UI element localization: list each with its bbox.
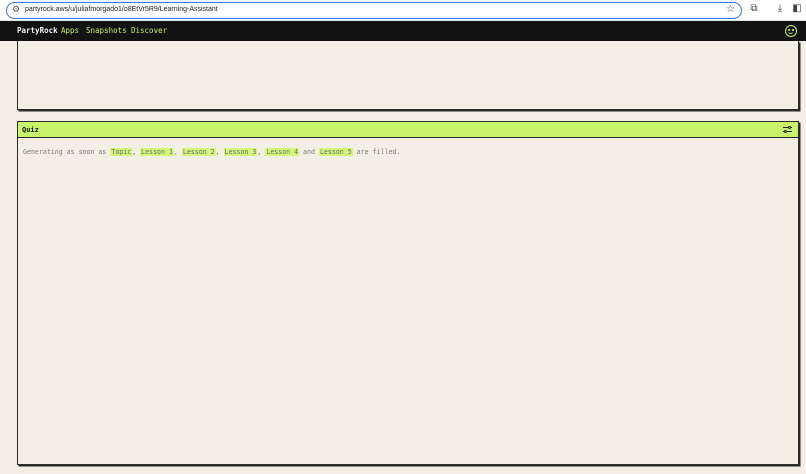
nav-link-snapshots[interactable]: Snapshots [86,25,127,37]
download-icon[interactable]: ⤓ [774,3,786,15]
profile-smiley-icon[interactable] [785,25,797,37]
url-text[interactable]: partyrock.aws/u/juliafmorgado1/o8EtVr5R9… [25,4,218,16]
input-chip-lesson-3[interactable]: Lesson 3 [223,148,258,156]
previous-widget [17,41,799,110]
input-chip-lesson-4[interactable]: Lesson 4 [265,148,300,156]
app-nav: PartyRock Apps Snapshots Discover [0,21,806,41]
address-bar[interactable]: ⚙ partyrock.aws/u/juliafmorgado1/o8EtVr5… [6,2,742,19]
input-chip-lesson-1[interactable]: Lesson 1 [140,148,174,156]
sidebar-icon[interactable]: ◧ [791,3,803,15]
settings-sliders-icon[interactable] [783,125,792,134]
quiz-header: Quiz [18,122,798,138]
site-settings-icon[interactable]: ⚙ [12,5,22,15]
brand-logo[interactable]: PartyRock [17,25,58,37]
quiz-widget: Quiz Generating as soon as Topic, Lesson… [17,121,799,465]
extensions-icon[interactable]: ⧉ [748,3,760,15]
input-chip-lesson-2[interactable]: Lesson 2 [181,148,216,156]
nav-link-discover[interactable]: Discover [131,25,167,37]
nav-link-apps[interactable]: Apps [61,25,79,37]
generating-status: Generating as soon as Topic, Lesson 1, L… [23,148,401,156]
browser-toolbar: ⚙ partyrock.aws/u/juliafmorgado1/o8EtVr5… [0,0,806,21]
star-icon[interactable]: ☆ [726,3,735,16]
input-chip-lesson-5[interactable]: Lesson 5 [318,148,353,156]
input-chip-topic[interactable]: Topic [110,148,133,156]
widget-title: Quiz [22,126,39,134]
